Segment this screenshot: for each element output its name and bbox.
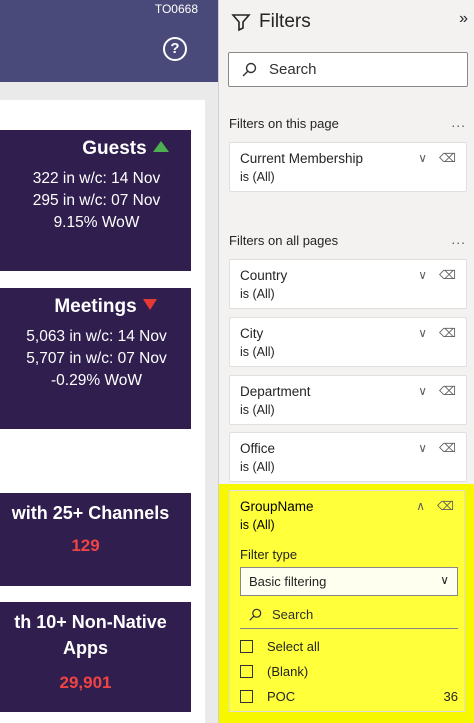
- eraser-icon[interactable]: ⌫: [439, 326, 456, 340]
- apps-title-line2: Apps: [63, 638, 108, 658]
- funnel-icon: [231, 14, 251, 32]
- filter-value: is (All): [240, 170, 275, 184]
- checkbox[interactable]: [240, 689, 253, 703]
- trend-down-icon: [142, 299, 157, 310]
- checkbox[interactable]: [240, 639, 253, 653]
- eraser-icon[interactable]: ⌫: [439, 441, 456, 455]
- filter-card-office[interactable]: Office is (All) ∨ ⌫: [229, 432, 467, 482]
- collapse-pane-icon[interactable]: »: [459, 10, 468, 28]
- eraser-icon[interactable]: ⌫: [437, 499, 454, 513]
- channels-title: with 25+ Channels: [11, 503, 170, 523]
- filter-type-label: Filter type: [240, 547, 298, 562]
- filter-card-groupname[interactable]: GroupName is (All) ∧ ⌫ Filter type Basic …: [229, 490, 465, 712]
- filter-type-value: Basic filtering: [249, 574, 327, 589]
- filter-value: is (All): [240, 287, 275, 301]
- filter-card-city[interactable]: City is (All) ∨ ⌫: [229, 317, 467, 367]
- report-page: Guests 322 in w/c: 14 Nov 295 in w/c: 07…: [0, 100, 205, 723]
- guests-card[interactable]: Guests 322 in w/c: 14 Nov 295 in w/c: 07…: [0, 130, 191, 271]
- filters-header: Filters: [231, 8, 311, 36]
- filter-type-dropdown[interactable]: Basic filtering ∨: [240, 567, 458, 596]
- filter-value: is (All): [240, 460, 275, 474]
- filter-value: is (All): [240, 345, 275, 359]
- filters-search-input[interactable]: Search: [228, 52, 468, 87]
- meetings-wow: -0.29% WoW: [50, 372, 143, 389]
- chevron-down-icon[interactable]: ∨: [418, 384, 427, 398]
- all-filters-more-icon[interactable]: ...: [451, 231, 466, 247]
- option-label: (Blank): [267, 663, 309, 679]
- apps-card[interactable]: th 10+ Non-Native Apps 29,901: [0, 602, 191, 712]
- option-poc[interactable]: POC 36: [240, 686, 458, 706]
- filter-value: is (All): [240, 518, 275, 532]
- option-count: 36: [443, 688, 458, 704]
- guests-previous: 295 in w/c: 07 Nov: [32, 192, 161, 209]
- section-all-filters: Filters on all pages: [229, 233, 339, 248]
- apps-title-line1: th 10+ Non-Native: [14, 612, 167, 632]
- filter-card-department[interactable]: Department is (All) ∨ ⌫: [229, 375, 467, 425]
- filters-search-placeholder: Search: [269, 61, 317, 78]
- chevron-down-icon[interactable]: ∨: [418, 151, 427, 165]
- filter-card-country[interactable]: Country is (All) ∨ ⌫: [229, 259, 467, 309]
- guests-wow: 9.15% WoW: [53, 214, 140, 231]
- chevron-up-icon[interactable]: ∧: [416, 499, 425, 513]
- groupname-search-placeholder: Search: [272, 607, 314, 622]
- filters-pane: Filters » Search Filters on this page ..…: [218, 0, 474, 723]
- checkbox[interactable]: [240, 664, 253, 678]
- chevron-down-icon: ∨: [440, 573, 449, 587]
- meetings-card[interactable]: Meetings 5,063 in w/c: 14 Nov 5,707 in w…: [0, 288, 191, 429]
- page-filters-more-icon[interactable]: ...: [451, 114, 466, 130]
- help-icon[interactable]: ?: [163, 37, 187, 61]
- option-select-all[interactable]: Select all: [240, 636, 458, 656]
- eraser-icon[interactable]: ⌫: [439, 268, 456, 282]
- report-header: TO0668 ?: [0, 0, 218, 82]
- meetings-title: Meetings: [0, 296, 191, 318]
- trend-up-icon: [152, 141, 169, 152]
- report-id: TO0668: [154, 2, 198, 16]
- meetings-current: 5,063 in w/c: 14 Nov: [26, 328, 167, 345]
- option-label: POC: [267, 688, 296, 704]
- filters-title: Filters: [259, 11, 311, 32]
- channels-card[interactable]: with 25+ Channels 129: [0, 493, 191, 586]
- guests-title: Guests: [0, 138, 191, 160]
- eraser-icon[interactable]: ⌫: [439, 384, 456, 398]
- groupname-search-input[interactable]: Search: [240, 601, 458, 629]
- search-icon: [242, 62, 257, 76]
- option-blank[interactable]: (Blank): [240, 661, 458, 681]
- report-canvas-area: TO0668 ? Guests 322 in w/c: 14 Nov 295 i…: [0, 0, 218, 723]
- meetings-previous: 5,707 in w/c: 07 Nov: [26, 350, 167, 367]
- filter-value: is (All): [240, 403, 275, 417]
- eraser-icon[interactable]: ⌫: [439, 151, 456, 165]
- chevron-down-icon[interactable]: ∨: [418, 268, 427, 282]
- chevron-down-icon[interactable]: ∨: [418, 441, 427, 455]
- chevron-down-icon[interactable]: ∨: [418, 326, 427, 340]
- filter-card-current-membership[interactable]: Current Membership is (All) ∨ ⌫: [229, 142, 467, 192]
- option-label: Select all: [267, 638, 320, 654]
- channels-value: 129: [71, 536, 100, 555]
- section-page-filters: Filters on this page: [229, 116, 339, 131]
- apps-value: 29,901: [59, 673, 112, 692]
- search-icon: [249, 608, 262, 621]
- guests-current: 322 in w/c: 14 Nov: [32, 170, 161, 187]
